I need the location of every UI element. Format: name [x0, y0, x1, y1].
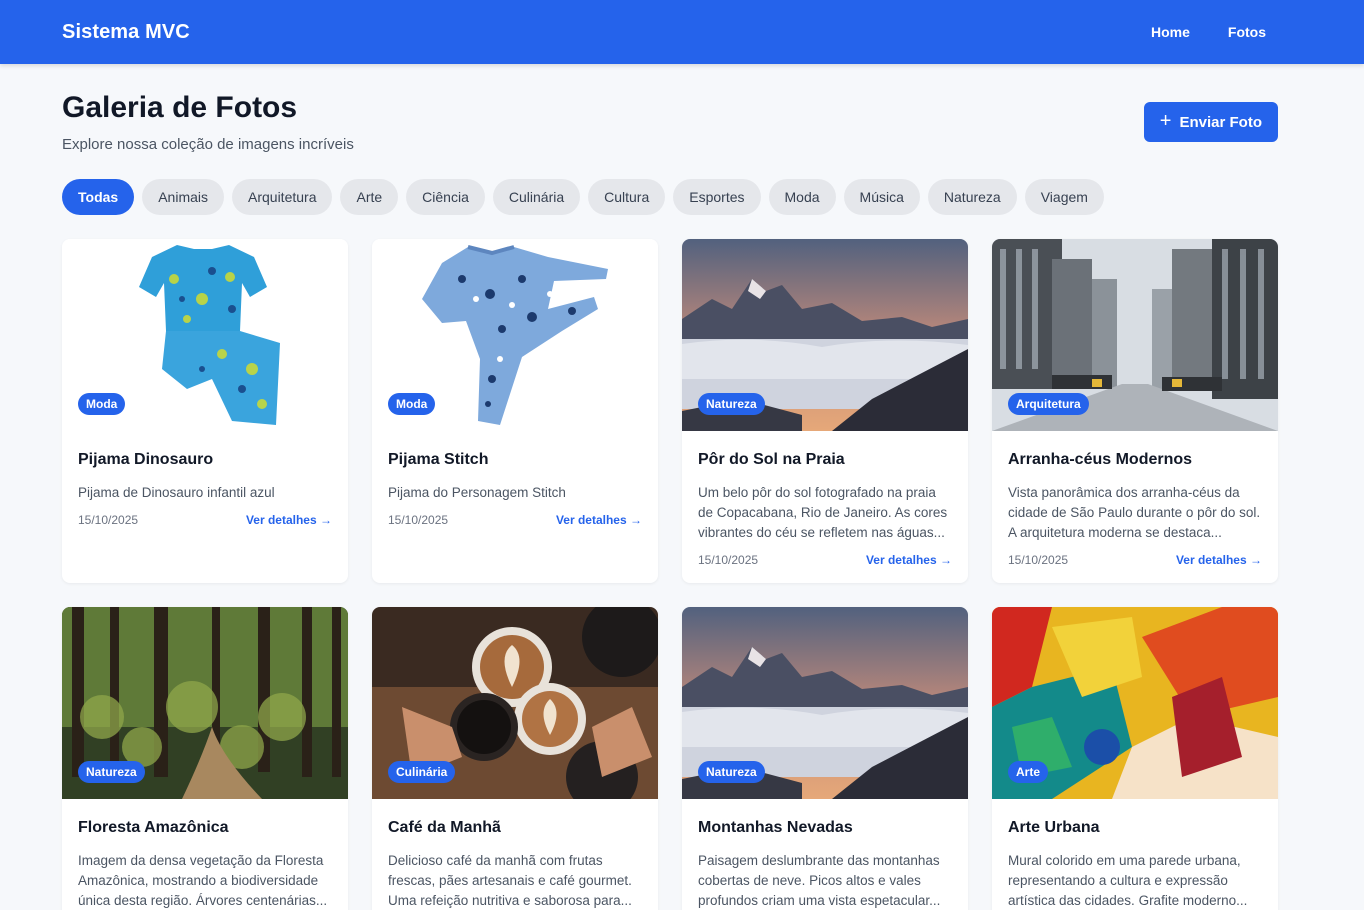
card-title: Arte Urbana	[1008, 819, 1100, 836]
photo-card[interactable]: Natureza Pôr do Sol na Praia Um belo pôr…	[682, 239, 968, 583]
nav-links: Home Fotos	[1151, 24, 1302, 40]
category-badge: Arquitetura	[1008, 393, 1089, 415]
card-date: 15/10/2025	[78, 513, 139, 527]
nav-link-home[interactable]: Home	[1151, 24, 1190, 40]
upload-photo-button[interactable]: + Enviar Foto	[1143, 102, 1278, 142]
filter-chip-todas[interactable]: Todas	[62, 179, 135, 215]
brand-logo[interactable]: Sistema MVC	[62, 21, 190, 44]
filter-chip-moda[interactable]: Moda	[768, 179, 836, 215]
card-title: Montanhas Nevadas	[698, 819, 853, 836]
card-description: Mural colorido em uma parede urbana, rep…	[1008, 853, 1248, 908]
filter-chip-ciencia[interactable]: Ciência	[406, 179, 485, 215]
page-title: Galeria de Fotos	[62, 91, 298, 124]
photo-grid: Moda Pijama Dinosauro Pijama de Dinosaur…	[62, 239, 1278, 910]
upload-photo-label: Enviar Foto	[1179, 113, 1262, 131]
view-details-link[interactable]: Ver detalhes →	[1176, 553, 1262, 567]
filter-chip-arte[interactable]: Arte	[340, 179, 399, 215]
category-badge: Culinária	[388, 761, 456, 783]
card-date: 15/10/2025	[388, 513, 449, 527]
card-description: Pijama do Personagem Stitch	[388, 485, 566, 500]
category-badge: Arte	[1008, 761, 1049, 783]
card-date: 15/10/2025	[1008, 553, 1069, 567]
photo-card[interactable]: Culinária Café da Manhã Delicioso café d…	[372, 607, 658, 910]
photo-image[interactable]: Arquitetura	[992, 239, 1278, 431]
filter-chip-musica[interactable]: Música	[843, 179, 920, 215]
card-title: Arranha-céus Modernos	[1008, 451, 1193, 468]
filter-chip-esportes[interactable]: Esportes	[673, 179, 761, 215]
category-badge: Natureza	[698, 761, 765, 783]
card-title: Pôr do Sol na Praia	[698, 451, 845, 468]
photo-image[interactable]: Natureza	[62, 607, 348, 799]
card-description: Pijama de Dinosauro infantil azul	[78, 485, 275, 500]
photo-image[interactable]: Culinária	[372, 607, 658, 799]
main-container: Galeria de Fotos Explore nossa coleção d…	[0, 64, 1364, 910]
category-badge: Moda	[388, 393, 436, 415]
card-title: Café da Manhã	[388, 819, 501, 836]
view-details-link[interactable]: Ver detalhes →	[556, 513, 642, 527]
photo-card[interactable]: Natureza Floresta Amazônica Imagem da de…	[62, 607, 348, 910]
filter-chip-culinaria[interactable]: Culinária	[492, 179, 581, 215]
card-description: Paisagem deslumbrante das montanhas cobe…	[698, 853, 941, 908]
photo-image[interactable]: Moda	[372, 239, 658, 431]
filter-chip-animais[interactable]: Animais	[142, 179, 224, 215]
filter-chip-viagem[interactable]: Viagem	[1024, 179, 1104, 215]
photo-image[interactable]: Arte	[992, 607, 1278, 799]
photo-image[interactable]: Moda	[62, 239, 348, 431]
filter-chip-natureza[interactable]: Natureza	[927, 179, 1017, 215]
category-badge: Natureza	[698, 393, 765, 415]
card-description: Delicioso café da manhã com frutas fresc…	[388, 853, 632, 908]
top-navbar: Sistema MVC Home Fotos	[0, 0, 1364, 64]
category-badge: Moda	[78, 393, 126, 415]
card-description: Um belo pôr do sol fotografado na praia …	[698, 485, 948, 540]
view-details-link[interactable]: Ver detalhes →	[246, 513, 332, 527]
filter-chip-cultura[interactable]: Cultura	[588, 179, 666, 215]
photo-image[interactable]: Natureza	[682, 239, 968, 431]
photo-card[interactable]: Moda Pijama Stitch Pijama do Personagem …	[372, 239, 658, 583]
category-filters: Todas Animais Arquitetura Arte Ciência C…	[62, 179, 1278, 215]
card-title: Floresta Amazônica	[78, 819, 229, 836]
page-subtitle: Explore nossa coleção de imagens incríve…	[62, 136, 354, 153]
plus-icon: +	[1159, 110, 1172, 132]
nav-link-fotos[interactable]: Fotos	[1228, 24, 1266, 40]
category-badge: Natureza	[78, 761, 145, 783]
page-header: Galeria de Fotos Explore nossa coleção d…	[62, 64, 1278, 153]
filter-chip-arquitetura[interactable]: Arquitetura	[232, 179, 333, 215]
photo-card[interactable]: Arquitetura Arranha-céus Modernos Vista …	[992, 239, 1278, 583]
photo-card[interactable]: Natureza Montanhas Nevadas Paisagem desl…	[682, 607, 968, 910]
photo-image[interactable]: Natureza	[682, 607, 968, 799]
card-title: Pijama Stitch	[388, 451, 489, 468]
photo-card[interactable]: Arte Arte Urbana Mural colorido em uma p…	[992, 607, 1278, 910]
card-date: 15/10/2025	[698, 553, 759, 567]
view-details-link[interactable]: Ver detalhes →	[866, 553, 952, 567]
photo-card[interactable]: Moda Pijama Dinosauro Pijama de Dinosaur…	[62, 239, 348, 583]
card-description: Vista panorâmica dos arranha-céus da cid…	[1008, 485, 1261, 540]
card-description: Imagem da densa vegetação da Floresta Am…	[78, 853, 328, 908]
card-title: Pijama Dinosauro	[78, 451, 214, 468]
